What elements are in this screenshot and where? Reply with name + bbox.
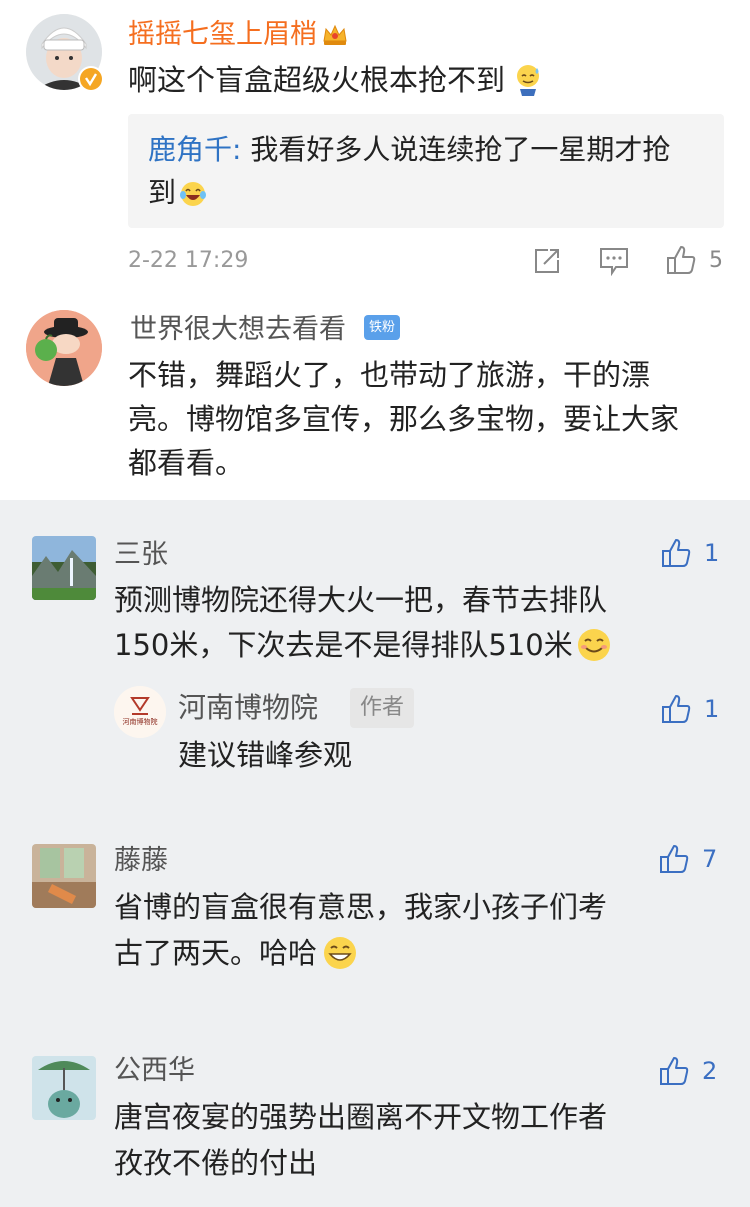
like-button[interactable]: 2 <box>658 1055 720 1089</box>
username[interactable]: 藤藤 <box>114 844 168 878</box>
svg-text:河南博物院: 河南博物院 <box>123 717 158 726</box>
username[interactable]: 三张 <box>114 538 168 572</box>
username[interactable]: 公西华 <box>114 1054 195 1088</box>
emoji-laugh-tears-icon <box>178 178 208 208</box>
share-icon[interactable] <box>532 246 562 276</box>
comment-text-line-1: 不错，舞蹈火了，也带动了旅游，干的漂 <box>128 358 651 392</box>
like-count: 1 <box>704 695 720 723</box>
reply-text-continued: 到 <box>148 176 177 209</box>
like-count: 7 <box>702 845 718 873</box>
thumbs-up-icon <box>667 246 696 274</box>
reply-text-line-2: 孜孜不倦的付出 <box>114 1146 318 1180</box>
reply-text-line-1: 预测博物院还得大火一把，春节去排队 <box>114 583 608 617</box>
like-count: 1 <box>704 539 720 567</box>
thumbs-up-icon <box>662 695 691 723</box>
comment-text-line-3: 都看看。 <box>128 446 245 480</box>
author-badge: 作者 <box>350 688 414 728</box>
comment-icon[interactable] <box>598 246 630 277</box>
comment-text: 啊这个盲盒超级火根本抢不到 <box>128 63 506 97</box>
like-button[interactable]: 5 <box>665 244 727 278</box>
reply-text-line-2: 古了两天。哈哈 <box>114 936 318 970</box>
reply-text-line-2: 150米，下次去是不是得排队510米 <box>114 628 573 662</box>
thumbs-up-icon <box>662 539 691 567</box>
username[interactable]: 摇摇七玺上眉梢 <box>128 18 317 52</box>
fan-badge: 铁粉 <box>364 315 400 340</box>
username[interactable]: 世界很大想去看看 <box>130 313 346 347</box>
emoji-sweat-icon <box>513 63 543 97</box>
reply-author[interactable]: 鹿角千: <box>148 133 241 166</box>
thumbs-up-icon <box>660 845 689 873</box>
emoji-smile-icon <box>575 626 613 664</box>
username[interactable]: 河南博物院 <box>178 691 318 725</box>
user-avatar[interactable]: 河南博物院 <box>114 686 166 738</box>
like-button[interactable]: 1 <box>660 693 720 727</box>
user-avatar[interactable] <box>32 536 96 600</box>
like-count: 2 <box>702 1057 718 1085</box>
crown-icon <box>321 21 349 49</box>
like-count: 5 <box>709 248 723 273</box>
user-avatar[interactable] <box>32 844 96 908</box>
like-button[interactable]: 7 <box>658 843 720 877</box>
comment-text-line-2: 亮。博物馆多宣传，那么多宝物，要让大家 <box>128 402 680 436</box>
reply-preview[interactable]: 鹿角千: 我看好多人说连续抢了一星期才抢 到 <box>128 114 724 228</box>
reply-text: 建议错峰参观 <box>178 738 353 772</box>
user-avatar[interactable] <box>32 1056 96 1120</box>
thumbs-up-icon <box>660 1057 689 1085</box>
timestamp: 2-22 17:29 <box>128 248 249 273</box>
reply-text-line-1: 唐宫夜宴的强势出圈离不开文物工作者 <box>114 1100 608 1134</box>
user-avatar[interactable] <box>26 310 102 386</box>
verified-badge-icon <box>78 66 104 92</box>
reply-text: 我看好多人说连续抢了一星期才抢 <box>241 133 671 166</box>
emoji-grin-icon <box>321 934 359 972</box>
like-button[interactable]: 1 <box>660 537 720 571</box>
reply-text-line-1: 省博的盲盒很有意思，我家小孩子们考 <box>114 890 608 924</box>
